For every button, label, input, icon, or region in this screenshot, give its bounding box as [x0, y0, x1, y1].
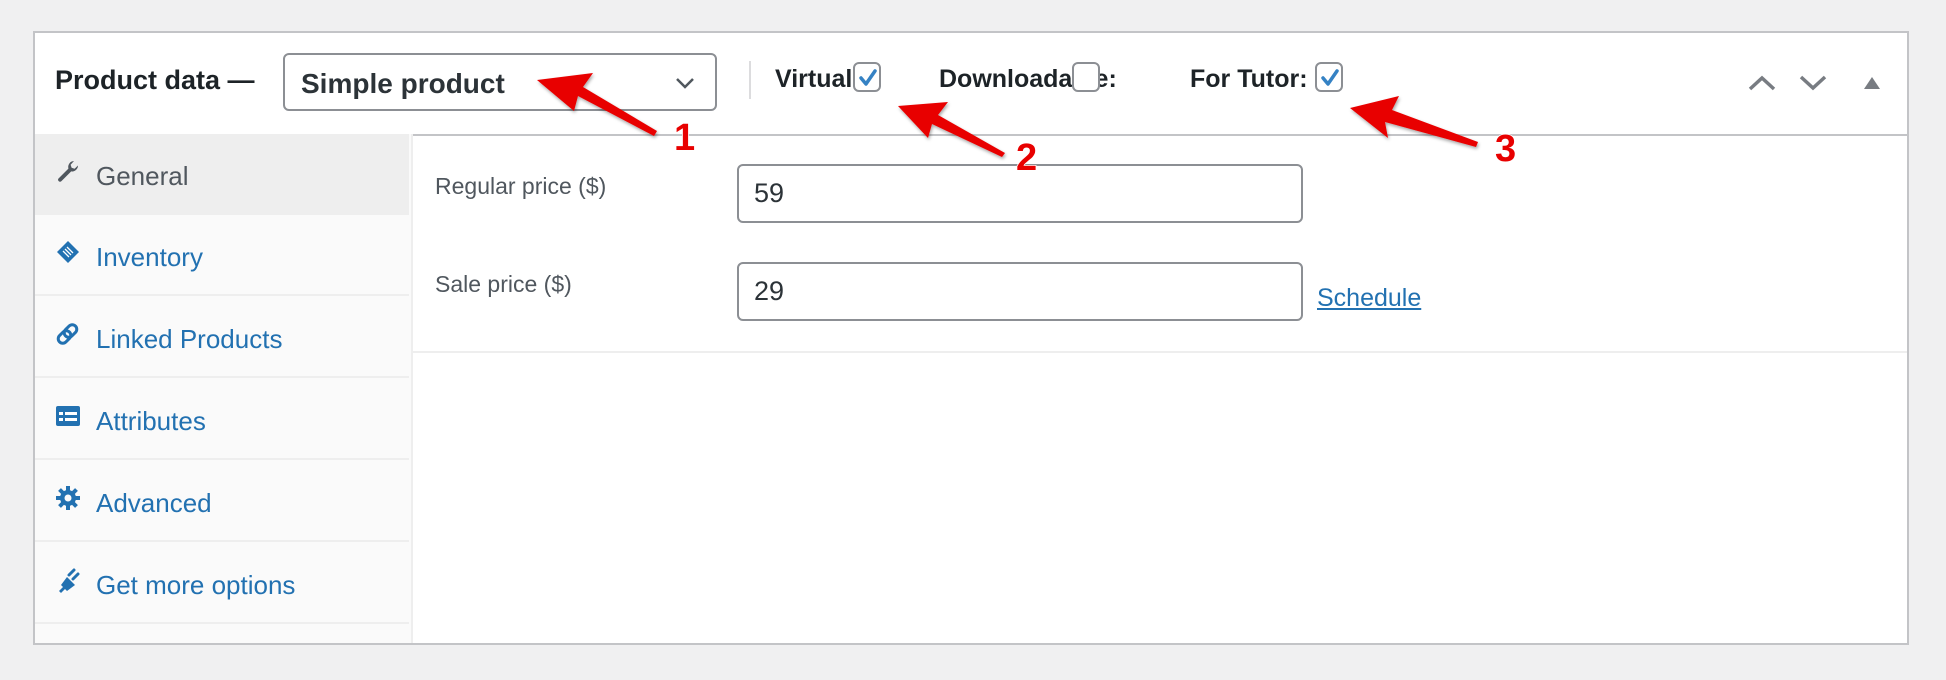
virtual-checkbox[interactable] [853, 62, 881, 92]
tab-label: Attributes [96, 406, 206, 436]
tab-inventory[interactable]: Inventory [35, 215, 409, 296]
product-data-panel: Product data — Simple product Virtual: D… [33, 31, 1909, 645]
product-type-select[interactable]: Simple product [283, 53, 717, 111]
tab-attributes[interactable]: Attributes [35, 379, 409, 460]
virtual-label: Virtual: [775, 65, 861, 93]
header-divider [749, 61, 751, 99]
product-data-tabs: General Inventory Linked Products Attrib… [35, 134, 413, 643]
list-table-icon [56, 406, 80, 426]
tab-general[interactable]: General [35, 134, 409, 215]
tab-get-more-options[interactable]: Get more options [35, 543, 409, 624]
toggle-panel-button[interactable] [1860, 71, 1884, 95]
panel-title: Product data — [55, 65, 255, 95]
move-up-button[interactable] [1747, 71, 1777, 95]
plug-icon [59, 568, 80, 593]
checkmark-icon [859, 69, 877, 86]
regular-price-label: Regular price ($) [435, 173, 607, 199]
product-type-value: Simple product [301, 68, 505, 99]
clipboard-tag-icon [57, 241, 79, 263]
chevron-down-icon [676, 78, 694, 89]
panel-header: Product data — Simple product Virtual: D… [35, 33, 1907, 136]
tab-label: Inventory [96, 242, 203, 272]
checkmark-icon [1321, 69, 1339, 86]
tab-label: Linked Products [96, 324, 283, 354]
sale-price-input[interactable] [737, 262, 1303, 321]
sale-price-label: Sale price ($) [435, 271, 572, 297]
for-tutor-label: For Tutor: [1190, 65, 1308, 93]
tab-label: Get more options [96, 570, 296, 600]
general-options-panel: Regular price ($) Sale price ($) Schedul… [411, 134, 1907, 353]
wrench-icon [58, 161, 78, 182]
tab-linked-products[interactable]: Linked Products [35, 297, 409, 378]
schedule-link[interactable]: Schedule [1317, 284, 1421, 313]
move-down-button[interactable] [1798, 71, 1828, 95]
link-icon [56, 323, 79, 345]
for-tutor-checkbox[interactable] [1315, 62, 1343, 92]
downloadable-checkbox[interactable] [1072, 62, 1100, 92]
tab-advanced[interactable]: Advanced [35, 461, 409, 542]
gear-icon [56, 486, 80, 510]
tab-label: General [96, 161, 189, 191]
tab-label: Advanced [96, 488, 212, 518]
regular-price-input[interactable] [737, 164, 1303, 223]
